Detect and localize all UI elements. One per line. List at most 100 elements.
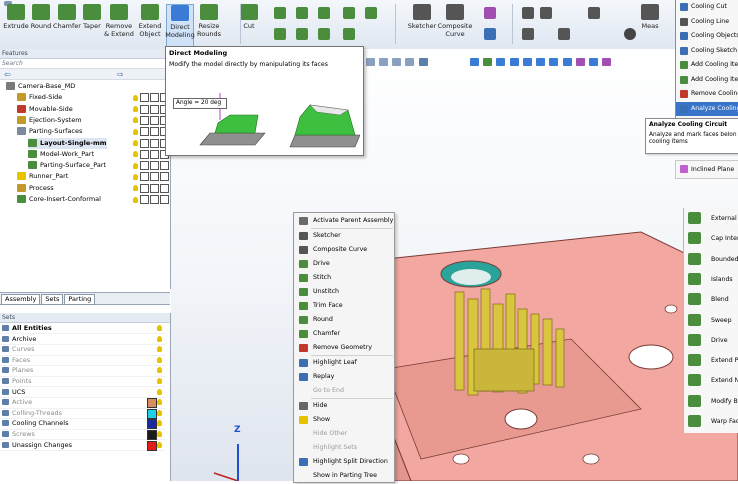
checkbox-icon[interactable] xyxy=(140,127,149,137)
surface-tool-cap-inter[interactable]: Cap Inter xyxy=(684,228,738,249)
visibility-icon[interactable] xyxy=(133,140,138,146)
checkbox-icon[interactable] xyxy=(140,161,149,171)
visibility-icon[interactable] xyxy=(133,162,138,169)
checkbox-icon[interactable] xyxy=(150,149,159,159)
tree-item-flags[interactable] xyxy=(133,171,170,182)
ribbon-button-extrude[interactable]: Extrude xyxy=(3,4,29,46)
text-icon[interactable] xyxy=(522,28,534,40)
context-menu-item-stitch[interactable]: Stitch xyxy=(294,271,394,286)
cooling-menu-item[interactable]: Add Cooling Ite xyxy=(676,58,738,73)
select-icon[interactable] xyxy=(575,58,585,66)
checkbox-icon[interactable] xyxy=(140,138,149,148)
rotate-icon[interactable] xyxy=(624,28,636,40)
ribbon-button-cut[interactable]: Cut xyxy=(238,4,260,46)
select-icon[interactable] xyxy=(589,58,599,66)
set-color-swatch[interactable] xyxy=(147,419,157,430)
visibility-icon[interactable] xyxy=(157,367,162,374)
ribbon-button-composite-curve[interactable]: Composite Curve xyxy=(436,4,474,46)
cooling-menu-item[interactable]: Remove Cooling xyxy=(676,87,738,102)
tree-item[interactable]: Layout-Single-mm xyxy=(28,137,107,149)
dimension-icon[interactable] xyxy=(522,7,534,19)
select-icon[interactable] xyxy=(483,58,493,66)
select-icon[interactable] xyxy=(549,58,559,66)
surface-tool-sweep[interactable]: Sweep xyxy=(684,310,738,331)
surface-tool-warp-fac[interactable]: Warp Fac xyxy=(684,411,738,432)
surface-tool-islands[interactable]: Islands xyxy=(684,269,738,290)
checkbox-icon[interactable] xyxy=(140,183,149,193)
context-menu-item-remove-geometry[interactable]: Remove Geometry xyxy=(294,341,394,356)
tree-item[interactable]: Model-Work_Part xyxy=(28,149,94,160)
tree-item[interactable]: Movable-Side xyxy=(17,104,73,115)
tree-item-flags[interactable] xyxy=(133,183,170,194)
tab-sets[interactable]: Sets xyxy=(41,294,64,305)
checkbox-icon[interactable] xyxy=(150,104,159,114)
checkbox-icon[interactable] xyxy=(150,93,159,103)
visibility-icon[interactable] xyxy=(157,335,162,342)
tree-item[interactable]: Ejection-System xyxy=(17,115,82,126)
context-menu-item-highlight-leaf[interactable]: Highlight Leaf xyxy=(294,356,394,371)
select-icon[interactable] xyxy=(522,58,532,66)
search-input[interactable]: Search xyxy=(0,59,170,69)
visibility-icon[interactable] xyxy=(157,325,162,331)
view-icon[interactable] xyxy=(418,58,428,66)
visibility-icon[interactable] xyxy=(157,356,162,363)
curve-icon[interactable] xyxy=(484,28,496,40)
cooling-menu-item[interactable]: Add Cooling Ite xyxy=(676,73,738,88)
checkbox-icon[interactable] xyxy=(140,195,149,204)
tree-item[interactable]: Process xyxy=(17,183,54,194)
ribbon-button-round[interactable]: Round xyxy=(30,4,52,46)
surface-icon[interactable] xyxy=(343,28,355,40)
visibility-icon[interactable] xyxy=(133,94,138,101)
surface-tool-blend[interactable]: Blend xyxy=(684,289,738,310)
checkbox-icon[interactable] xyxy=(160,195,169,204)
checkbox-icon[interactable] xyxy=(140,115,149,125)
surface-tool-extend-p[interactable]: Extend P xyxy=(684,350,738,371)
context-menu-item-round[interactable]: Round xyxy=(294,313,394,328)
context-menu-item-replay[interactable]: Replay xyxy=(294,370,394,385)
dimension-icon[interactable] xyxy=(558,28,570,40)
surface-icon[interactable] xyxy=(365,7,377,19)
view-icon[interactable] xyxy=(392,58,402,66)
cooling-menu-item[interactable]: Cooling Cut xyxy=(676,0,738,15)
select-icon[interactable] xyxy=(509,58,519,66)
context-menu-item-unstitch[interactable]: Unstitch xyxy=(294,285,394,300)
visibility-icon[interactable] xyxy=(133,128,138,135)
checkbox-icon[interactable] xyxy=(160,183,169,193)
surface-tool-modify-b[interactable]: Modify B xyxy=(684,391,738,412)
surface-icon[interactable] xyxy=(296,7,308,19)
dimension-icon[interactable] xyxy=(540,7,552,19)
tree-item-flags[interactable] xyxy=(133,160,170,171)
context-menu-item-composite-curve[interactable]: Composite Curve xyxy=(294,243,394,258)
checkbox-icon[interactable] xyxy=(140,172,149,182)
surface-tool-bounded[interactable]: Bounded xyxy=(684,249,738,270)
select-icon[interactable] xyxy=(470,58,479,66)
checkbox-icon[interactable] xyxy=(150,115,159,125)
visibility-icon[interactable] xyxy=(157,431,162,437)
surface-icon[interactable] xyxy=(296,28,308,40)
visibility-icon[interactable] xyxy=(157,441,162,448)
surface-icon[interactable] xyxy=(318,7,330,19)
cooling-menu-item[interactable]: Cooling Line xyxy=(676,15,738,30)
ribbon-button-extend-object[interactable]: Extend Object xyxy=(136,4,164,46)
tree-item[interactable]: Parting-Surface_Part xyxy=(28,160,106,171)
ribbon-button-chamfer[interactable]: Chamfer xyxy=(53,4,81,46)
visibility-icon[interactable] xyxy=(133,196,138,203)
ribbon-button-remove-extend[interactable]: Remove & Extend xyxy=(104,4,134,46)
ribbon-button-resize-rounds[interactable]: Resize Rounds xyxy=(196,4,222,46)
forward-arrow-icon[interactable]: ⇨ xyxy=(117,70,124,79)
checkbox-icon[interactable] xyxy=(140,149,149,159)
visibility-icon[interactable] xyxy=(157,388,162,395)
visibility-icon[interactable] xyxy=(157,420,162,427)
checkbox-icon[interactable] xyxy=(150,195,159,204)
visibility-icon[interactable] xyxy=(133,106,138,113)
ribbon-button-direct-modeling[interactable]: Direct Modeling xyxy=(165,4,195,48)
checkbox-icon[interactable] xyxy=(150,172,159,182)
view-icon[interactable] xyxy=(405,58,415,66)
tab-parting[interactable]: Parting xyxy=(64,294,96,305)
set-color-swatch[interactable] xyxy=(147,398,157,409)
visibility-icon[interactable] xyxy=(133,117,138,124)
tree-item[interactable]: Core-Insert-Conformal xyxy=(17,194,101,205)
context-menu-item-highlight-split-direction[interactable]: Highlight Split Direction xyxy=(294,455,394,470)
grid-icon[interactable] xyxy=(588,7,600,19)
context-menu-item-activate-parent-assembly[interactable]: Activate Parent Assembly xyxy=(294,214,394,229)
